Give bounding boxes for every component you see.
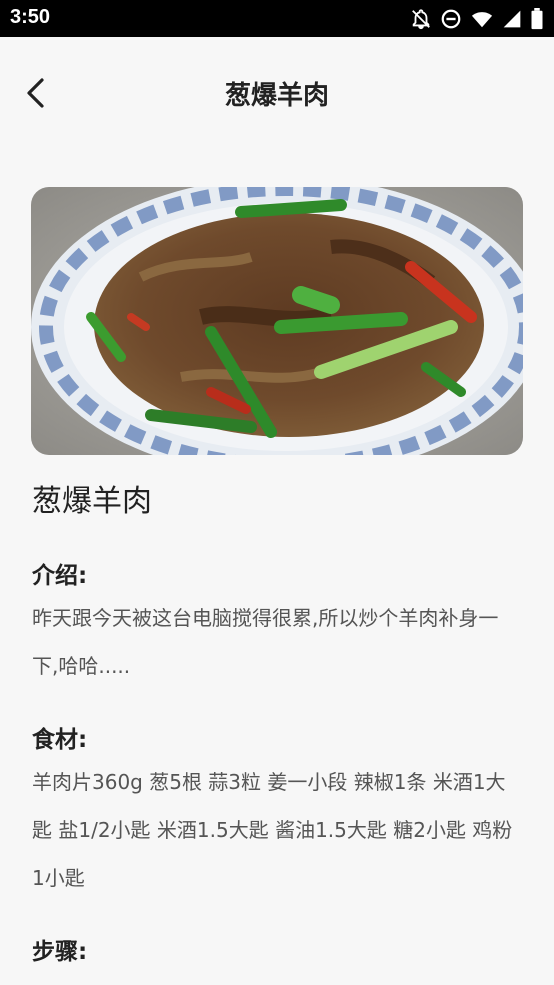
status-bar: 3:50 <box>0 0 554 37</box>
steps-label: 步骤: <box>32 939 88 965</box>
wifi-icon <box>470 8 494 30</box>
page-title: 葱爆羊肉 <box>224 81 329 111</box>
battery-icon <box>530 8 544 30</box>
notifications-off-icon <box>410 8 432 30</box>
status-time: 3:50 <box>10 6 51 28</box>
recipe-photo <box>31 187 523 455</box>
do-not-disturb-icon <box>440 8 462 30</box>
ingredients-label: 食材: <box>32 727 88 753</box>
signal-icon <box>502 8 522 30</box>
app-bar: 葱爆羊肉 <box>0 37 554 149</box>
ingredients-text: 羊肉片360g 葱5根 蒜3粒 姜一小段 辣椒1条 米酒1大匙 盐1/2小匙 米… <box>32 770 513 890</box>
recipe-name: 葱爆羊肉 <box>32 484 152 519</box>
intro-text: 昨天跟今天被这台电脑搅得很累,所以炒个羊肉补身一下,哈哈..... <box>32 606 499 678</box>
status-icons <box>410 7 544 31</box>
intro-label: 介绍: <box>32 563 88 589</box>
